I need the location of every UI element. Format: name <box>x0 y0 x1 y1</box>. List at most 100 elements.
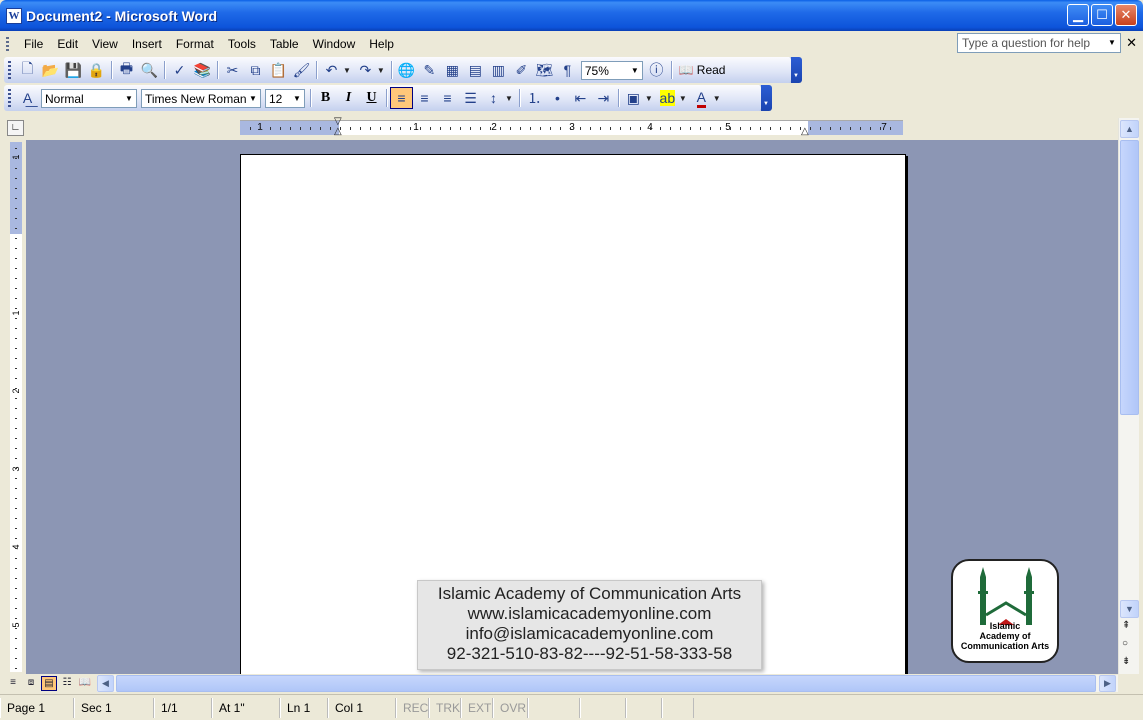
menu-edit[interactable]: Edit <box>50 37 85 51</box>
tables-borders-button[interactable]: ✎ <box>418 59 441 81</box>
new-document-button[interactable]: 🗋 <box>16 59 39 81</box>
open-button[interactable]: 📂 <box>39 59 62 81</box>
font-select[interactable]: Times New Roman ▼ <box>141 88 261 108</box>
toolbar-options-button[interactable] <box>791 57 802 83</box>
toolbar-options-button[interactable] <box>761 85 772 111</box>
align-center-button[interactable]: ≡ <box>413 87 436 109</box>
scroll-left-button[interactable]: ◀ <box>97 675 114 692</box>
status-trk[interactable]: TRK <box>429 697 461 718</box>
show-hide-button[interactable]: ¶ <box>556 59 579 81</box>
line-spacing-button[interactable]: ↕ <box>482 87 505 109</box>
underline-button[interactable]: U <box>360 87 383 109</box>
minimize-button[interactable]: ▁ <box>1067 4 1089 26</box>
status-ext[interactable]: EXT <box>461 697 493 718</box>
previous-page-button[interactable]: ⇞ <box>1122 620 1130 631</box>
research-button[interactable]: 📚 <box>191 59 214 81</box>
menu-file[interactable]: File <box>17 37 50 51</box>
drawing-button[interactable]: ✐ <box>510 59 533 81</box>
hyperlink-button[interactable]: 🌐 <box>395 59 418 81</box>
title-bar[interactable]: W Document2 - Microsoft Word ▁ ☐ ✕ <box>0 0 1143 31</box>
read-button[interactable]: 📖 Read <box>675 63 730 77</box>
status-ovr[interactable]: OVR <box>493 697 528 718</box>
menu-help[interactable]: Help <box>362 37 401 51</box>
insert-table-button[interactable]: ▦ <box>441 59 464 81</box>
chevron-down-icon[interactable]: ▼ <box>645 94 653 103</box>
italic-button[interactable]: I <box>337 87 360 109</box>
chevron-down-icon[interactable]: ▼ <box>247 91 259 106</box>
next-page-button[interactable]: ⇟ <box>1122 656 1130 667</box>
save-button[interactable]: 💾 <box>62 59 85 81</box>
bullets-button[interactable]: • <box>546 87 569 109</box>
styles-pane-button[interactable]: A͟ <box>16 87 39 109</box>
decrease-indent-button[interactable]: ⇤ <box>569 87 592 109</box>
highlight-button[interactable]: ab <box>656 87 679 109</box>
chevron-down-icon[interactable]: ▼ <box>291 91 303 106</box>
help-search-input[interactable]: Type a question for help ▼ <box>957 33 1121 53</box>
redo-button[interactable]: ↷ <box>354 59 377 81</box>
horizontal-scroll-thumb[interactable] <box>116 675 1096 692</box>
print-preview-button[interactable]: 🔍 <box>138 59 161 81</box>
paste-button[interactable]: 📋 <box>267 59 290 81</box>
scroll-down-button[interactable]: ▼ <box>1120 600 1139 618</box>
align-right-button[interactable]: ≡ <box>436 87 459 109</box>
print-layout-button[interactable]: ▤ <box>41 676 57 691</box>
web-layout-button[interactable]: ⧈ <box>23 676 39 691</box>
menu-grip[interactable] <box>6 36 9 51</box>
undo-button[interactable]: ↶ <box>320 59 343 81</box>
right-indent-marker[interactable]: △ <box>801 126 809 137</box>
word-app-icon[interactable]: W <box>6 7 22 24</box>
print-button[interactable]: 🖶 <box>115 59 138 81</box>
close-window-button[interactable]: ✕ <box>1115 4 1137 26</box>
bold-button[interactable]: B <box>314 87 337 109</box>
chevron-down-icon[interactable]: ▼ <box>713 94 721 103</box>
scroll-up-button[interactable]: ▲ <box>1120 120 1139 138</box>
menu-tools[interactable]: Tools <box>221 37 263 51</box>
justify-button[interactable]: ☰ <box>459 87 482 109</box>
insert-excel-button[interactable]: ▤ <box>464 59 487 81</box>
numbering-button[interactable]: ⒈ <box>523 87 546 109</box>
toolbar-grip[interactable] <box>8 89 11 107</box>
format-painter-button[interactable]: 🖌 <box>290 59 313 81</box>
increase-indent-button[interactable]: ⇥ <box>592 87 615 109</box>
left-indent-marker[interactable]: △ <box>334 126 342 137</box>
permission-button[interactable]: 🔒 <box>85 59 108 81</box>
columns-button[interactable]: ▥ <box>487 59 510 81</box>
spelling-button[interactable]: ✓ <box>168 59 191 81</box>
chevron-down-icon[interactable]: ▼ <box>343 66 351 75</box>
outline-view-button[interactable]: ☷ <box>59 676 75 691</box>
close-document-button[interactable]: ✕ <box>1126 35 1137 51</box>
vertical-scrollbar[interactable]: ▲ ▼ ⇞ ○ ⇟ <box>1118 118 1139 674</box>
menu-view[interactable]: View <box>85 37 125 51</box>
reading-layout-button[interactable]: 📖 <box>77 676 93 691</box>
menu-format[interactable]: Format <box>169 37 221 51</box>
chevron-down-icon[interactable]: ▼ <box>123 91 135 106</box>
cut-button[interactable]: ✂ <box>221 59 244 81</box>
select-browse-object-button[interactable]: ○ <box>1122 638 1128 649</box>
right-margin-area[interactable] <box>808 121 903 135</box>
tab-selector-button[interactable]: ∟ <box>7 120 24 136</box>
zoom-select[interactable]: 75% ▼ <box>580 60 643 80</box>
document-map-button[interactable]: 🗺 <box>533 59 556 81</box>
chevron-down-icon[interactable]: ▼ <box>505 94 513 103</box>
help-button[interactable]: ⓘ <box>645 59 668 81</box>
status-rec[interactable]: REC <box>396 697 429 718</box>
font-size-select[interactable]: 12 ▼ <box>265 88 305 108</box>
menu-insert[interactable]: Insert <box>125 37 169 51</box>
style-select[interactable]: Normal ▼ <box>41 88 137 108</box>
font-color-button[interactable]: A <box>690 87 713 109</box>
vertical-ruler[interactable]: 1 1 2 3 4 5 <box>10 142 22 672</box>
chevron-down-icon[interactable]: ▼ <box>679 94 687 103</box>
maximize-button[interactable]: ☐ <box>1091 4 1113 26</box>
copy-button[interactable]: ⧉ <box>244 59 267 81</box>
toolbar-grip[interactable] <box>8 61 11 79</box>
menu-table[interactable]: Table <box>263 37 306 51</box>
scroll-right-button[interactable]: ▶ <box>1099 675 1116 692</box>
chevron-down-icon[interactable]: ▼ <box>377 66 385 75</box>
horizontal-scrollbar[interactable]: ◀ ▶ <box>97 675 1118 692</box>
normal-view-button[interactable]: ≡ <box>5 676 21 691</box>
align-left-button[interactable]: ≡ <box>390 87 413 109</box>
chevron-down-icon[interactable]: ▼ <box>629 63 641 78</box>
chevron-down-icon[interactable]: ▼ <box>1106 36 1118 50</box>
borders-button[interactable]: ▣ <box>622 87 645 109</box>
vertical-scroll-thumb[interactable] <box>1120 140 1139 415</box>
